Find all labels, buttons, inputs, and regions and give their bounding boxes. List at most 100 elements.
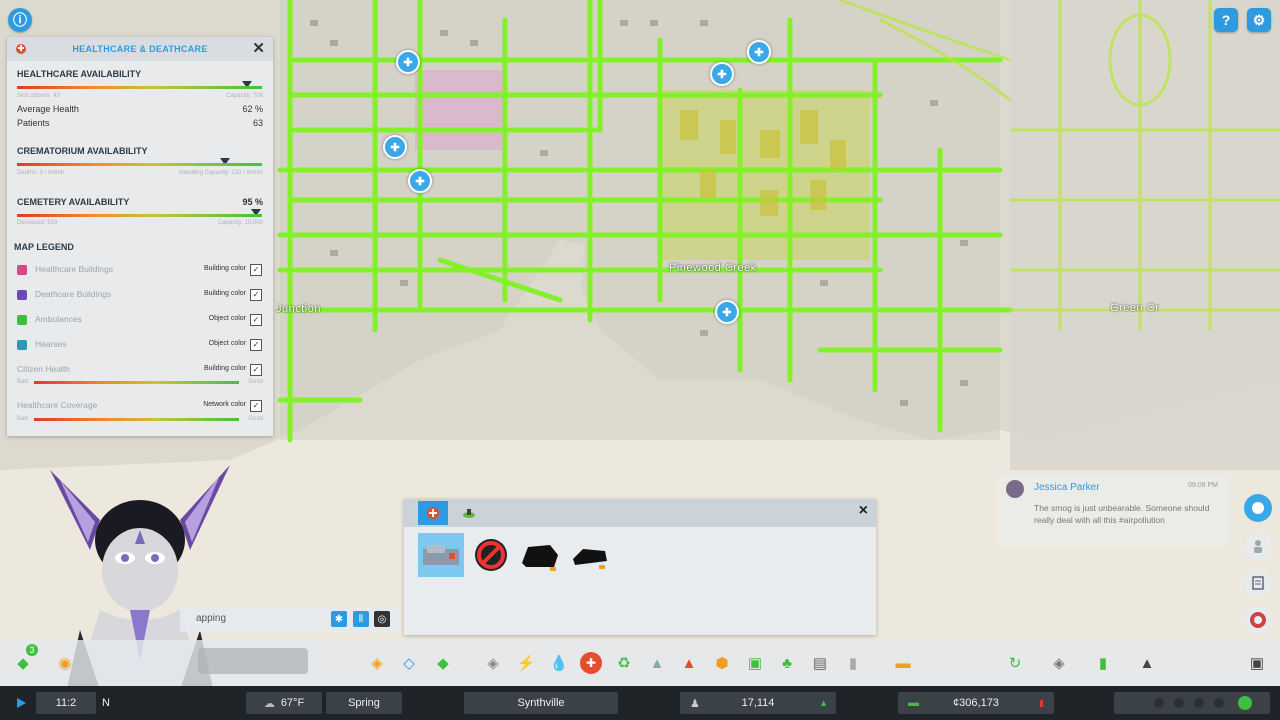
- area-icon[interactable]: ◇: [398, 652, 420, 674]
- speed-dot-icon[interactable]: [1154, 698, 1164, 708]
- chirper-message[interactable]: Jessica Parker 09:09 PM The smog is just…: [998, 474, 1230, 546]
- medical-center-silhouette-icon: [573, 549, 607, 569]
- tab-deathcare[interactable]: [454, 501, 484, 525]
- roads-icon[interactable]: ◈: [482, 652, 504, 674]
- parks-icon[interactable]: ♣: [776, 652, 798, 674]
- patients-value: 63: [252, 118, 263, 128]
- radio-icon[interactable]: [1244, 606, 1272, 634]
- legend-checkbox[interactable]: ✓: [250, 364, 262, 376]
- citizen-icon[interactable]: [1244, 532, 1272, 560]
- hospital-marker[interactable]: ✚: [747, 40, 771, 64]
- citizen-health-gradient: [34, 381, 239, 384]
- help-icon[interactable]: ?: [1214, 8, 1238, 32]
- clinic-building-tool[interactable]: [418, 533, 464, 577]
- hospital-marker[interactable]: ✚: [396, 50, 420, 74]
- gear-icon[interactable]: ⚙: [1247, 8, 1271, 32]
- legend-checkbox[interactable]: ✓: [250, 339, 262, 351]
- panel-title: HEALTHCARE & DEATHCARE: [72, 44, 208, 54]
- landmark-icon[interactable]: ▮: [842, 652, 864, 674]
- education-icon[interactable]: ▲: [646, 652, 668, 674]
- legend-label: Citizen Health: [17, 364, 70, 374]
- close-icon[interactable]: ✕: [252, 41, 265, 57]
- temperature-display: ☁ 67°F: [246, 692, 322, 714]
- document-icon: [1252, 576, 1264, 590]
- snapping-toolbar: apping ✱ ⦀ ◎: [180, 606, 400, 632]
- hospital-building-tool[interactable]: [517, 533, 563, 577]
- healthcare-availability-bar: [17, 86, 262, 89]
- snap-curve-icon[interactable]: ◎: [374, 611, 390, 627]
- person-icon: ♟: [690, 697, 700, 710]
- healthcare-availability-title: HEALTHCARE AVAILABILITY: [17, 69, 142, 79]
- medical-center-tool[interactable]: [566, 533, 612, 577]
- toolbar-slot: [198, 648, 308, 674]
- healthcare-icon: [427, 507, 439, 519]
- water-icon[interactable]: 💧: [548, 652, 570, 674]
- journal-icon[interactable]: [1244, 569, 1272, 597]
- cemetery-availability-title: CEMETERY AVAILABILITY: [17, 197, 130, 207]
- snap-grid-icon[interactable]: ✱: [331, 611, 347, 627]
- chirper-author[interactable]: Jessica Parker: [1034, 482, 1100, 493]
- progression-badge: 3: [26, 644, 38, 656]
- legend-label: Deathcare Buildings: [35, 289, 112, 299]
- gradient-low-label: Bad: [17, 416, 28, 422]
- statistics-icon[interactable]: ▮: [1092, 652, 1114, 674]
- snap-lines-icon[interactable]: ⦀: [353, 611, 369, 627]
- play-icon[interactable]: [10, 692, 32, 714]
- landscaping-icon[interactable]: ◆: [432, 652, 454, 674]
- map-label-pinewood-creek: Pinewood Creek: [669, 262, 757, 274]
- money-display: ▬ ¢306,173 ▮: [898, 692, 1054, 714]
- cemetery-availability-bar: [17, 214, 262, 217]
- map-label-junction: Junction: [276, 303, 321, 315]
- legend-swatch: [17, 340, 27, 350]
- communications-icon[interactable]: ▤: [809, 652, 831, 674]
- person-icon: [1254, 540, 1262, 553]
- economy-icon[interactable]: ▲: [1136, 652, 1158, 674]
- snapping-label: apping: [196, 613, 227, 624]
- hospital-marker[interactable]: ✚: [715, 300, 739, 324]
- chirper-icon[interactable]: [1244, 494, 1272, 522]
- speed-dot-icon[interactable]: [1214, 698, 1224, 708]
- gradient-high-label: Good: [248, 416, 263, 422]
- healthcare-coverage-gradient: [34, 418, 239, 421]
- close-icon[interactable]: ×: [859, 502, 868, 520]
- electricity-icon[interactable]: ⚡: [515, 652, 537, 674]
- tab-healthcare[interactable]: [418, 501, 448, 525]
- legend-checkbox[interactable]: ✓: [250, 314, 262, 326]
- play-triangle-icon: [17, 698, 26, 708]
- legend-row-hearses: Hearses Object color ✓: [17, 338, 262, 352]
- fire-icon[interactable]: ▲: [678, 652, 700, 674]
- cloud-icon: ☁: [263, 697, 275, 710]
- bulldoze-icon[interactable]: ▬: [892, 652, 914, 674]
- happiness-icon[interactable]: [1238, 696, 1252, 710]
- info-views-icon[interactable]: ◈: [1048, 652, 1070, 674]
- bird-icon: [1252, 502, 1264, 514]
- city-name[interactable]: Synthville: [464, 692, 618, 714]
- legend-checkbox[interactable]: ✓: [250, 289, 262, 301]
- garbage-icon[interactable]: ♻: [613, 652, 635, 674]
- locked-building-tool[interactable]: [468, 533, 514, 577]
- legend-label: Ambulances: [35, 314, 82, 324]
- legend-checkbox[interactable]: ✓: [250, 264, 262, 276]
- healthcare-toolbar-icon[interactable]: ✚: [580, 652, 602, 674]
- speed-dot-icon[interactable]: [1194, 698, 1204, 708]
- panel-header: ✚ HEALTHCARE & DEATHCARE ✕: [7, 37, 273, 61]
- zoning-icon[interactable]: ◈: [366, 652, 388, 674]
- status-bar: [0, 686, 1280, 720]
- hospital-marker[interactable]: ✚: [710, 62, 734, 86]
- game-time: 11:2: [36, 692, 96, 714]
- speed-dot-icon[interactable]: [1174, 698, 1184, 708]
- transport-icon[interactable]: ▣: [744, 652, 766, 674]
- camera-icon[interactable]: ▣: [1246, 652, 1268, 674]
- milestone-icon[interactable]: ◉: [54, 652, 76, 674]
- info-icon[interactable]: ⓘ: [8, 8, 32, 32]
- gradient-low-label: Bad: [17, 379, 28, 385]
- radio-dial-icon: [1250, 612, 1266, 628]
- hospital-marker[interactable]: ✚: [383, 135, 407, 159]
- legend-checkbox[interactable]: ✓: [250, 400, 262, 412]
- legend-mode: Building color: [203, 365, 246, 372]
- police-icon[interactable]: ⬢: [711, 652, 733, 674]
- crematorium-availability-bar: [17, 163, 262, 166]
- undo-icon[interactable]: ↻: [1004, 652, 1026, 674]
- clinic-building-icon: [423, 545, 459, 565]
- hospital-marker[interactable]: ✚: [408, 169, 432, 193]
